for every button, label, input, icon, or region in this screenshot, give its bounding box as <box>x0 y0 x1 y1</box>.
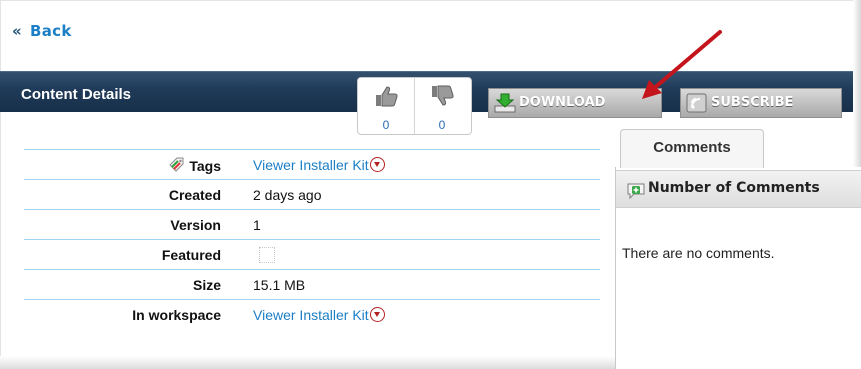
page-title: Content Details <box>21 86 132 103</box>
detail-row-tags: Tags Viewer Installer Kit <box>24 149 600 180</box>
content-details-table: Tags Viewer Installer Kit Created 2 days… <box>24 149 600 329</box>
workspace-value-link[interactable]: Viewer Installer Kit <box>253 307 369 323</box>
vote-up-count: 0 <box>382 118 390 132</box>
back-label: Back <box>30 22 72 40</box>
size-label: Size <box>24 269 253 300</box>
size-value: 15.1 MB <box>253 269 600 300</box>
comments-header: Number of Comments <box>616 170 861 208</box>
workspace-dropdown-icon[interactable] <box>369 306 385 322</box>
detail-row-workspace: In workspace Viewer Installer Kit <box>24 299 600 329</box>
download-icon <box>494 93 516 113</box>
detail-row-version: Version 1 <box>24 209 600 240</box>
created-value: 2 days ago <box>253 179 600 210</box>
double-chevron-left-icon: « <box>12 22 22 40</box>
thumbs-down-icon <box>432 85 454 106</box>
featured-checkbox[interactable] <box>259 247 275 264</box>
tags-icon <box>169 157 184 172</box>
version-value: 1 <box>253 209 600 240</box>
no-comments-text: There are no comments. <box>622 245 775 261</box>
version-label: Version <box>24 209 253 240</box>
workspace-label: In workspace <box>24 299 253 329</box>
thumbs-up-icon <box>376 86 398 107</box>
tab-comments[interactable]: Comments <box>620 129 764 168</box>
vote-down-count: 0 <box>438 118 446 132</box>
back-link[interactable]: « Back <box>12 22 72 40</box>
detail-row-featured: Featured <box>24 239 600 270</box>
tags-value-link[interactable]: Viewer Installer Kit <box>253 157 369 173</box>
tags-label: Tags <box>189 157 221 174</box>
tags-label-cell: Tags <box>24 149 253 180</box>
annotation-arrow <box>642 30 722 99</box>
detail-row-size: Size 15.1 MB <box>24 269 600 300</box>
vote-box: 0 0 <box>357 77 472 135</box>
add-comment-icon[interactable] <box>626 182 646 200</box>
created-label: Created <box>24 179 253 210</box>
comments-count-header: Number of Comments <box>648 180 820 196</box>
vote-up-button[interactable]: 0 <box>358 78 415 134</box>
featured-label: Featured <box>24 239 253 270</box>
detail-row-created: Created 2 days ago <box>24 179 600 210</box>
tags-dropdown-icon[interactable] <box>369 156 385 172</box>
vote-down-button[interactable]: 0 <box>414 78 470 134</box>
